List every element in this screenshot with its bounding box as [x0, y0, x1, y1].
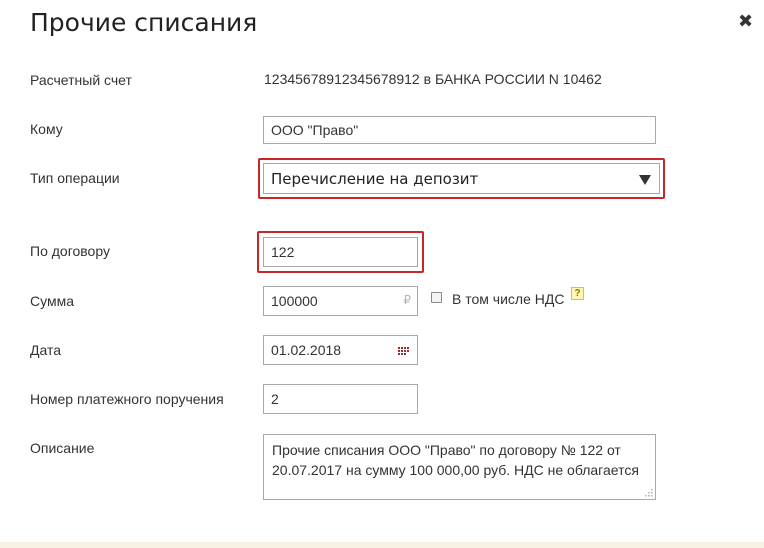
resize-grip-icon[interactable] — [645, 489, 653, 497]
dialog-title: Прочие списания — [30, 8, 258, 37]
to-field-value: ООО "Право" — [271, 122, 359, 138]
to-field[interactable]: ООО "Право" — [263, 116, 656, 144]
operation-type-select[interactable]: Перечисление на депозит — [263, 163, 660, 194]
payment-order-field[interactable]: 2 — [263, 384, 418, 414]
payment-order-label: Номер платежного поручения — [30, 391, 224, 407]
ruble-icon: ₽ — [403, 293, 411, 307]
date-field[interactable]: 01.02.2018 — [263, 335, 418, 365]
dropdown-arrow-icon — [639, 175, 651, 185]
amount-field[interactable]: 100000 ₽ — [263, 286, 418, 316]
description-textarea[interactable]: Прочие списания ООО "Право" по договору … — [263, 434, 656, 500]
date-field-value: 01.02.2018 — [271, 342, 342, 358]
account-value: 12345678912345678912 в БАНКА РОССИИ N 10… — [264, 71, 602, 87]
payment-order-field-value: 2 — [271, 391, 279, 407]
account-label: Расчетный счет — [30, 72, 132, 88]
dialog-footer — [0, 542, 764, 548]
vat-checkbox[interactable] — [431, 292, 442, 303]
date-label: Дата — [30, 342, 62, 358]
contract-label: По договору — [30, 243, 110, 259]
operation-type-value: Перечисление на депозит — [271, 169, 479, 188]
amount-label: Сумма — [30, 293, 74, 309]
help-icon[interactable]: ? — [571, 287, 584, 300]
close-icon[interactable]: ✖ — [738, 13, 754, 31]
contract-field[interactable]: 122 — [263, 237, 418, 267]
contract-field-value: 122 — [271, 244, 295, 260]
to-label: Кому — [30, 121, 63, 137]
description-text: Прочие списания ООО "Право" по договору … — [272, 442, 639, 478]
operation-type-label: Тип операции — [30, 170, 120, 186]
calendar-icon[interactable] — [398, 347, 409, 355]
amount-field-value: 100000 — [271, 293, 318, 309]
description-label: Описание — [30, 440, 95, 456]
vat-checkbox-label[interactable]: В том числе НДС — [452, 291, 564, 307]
